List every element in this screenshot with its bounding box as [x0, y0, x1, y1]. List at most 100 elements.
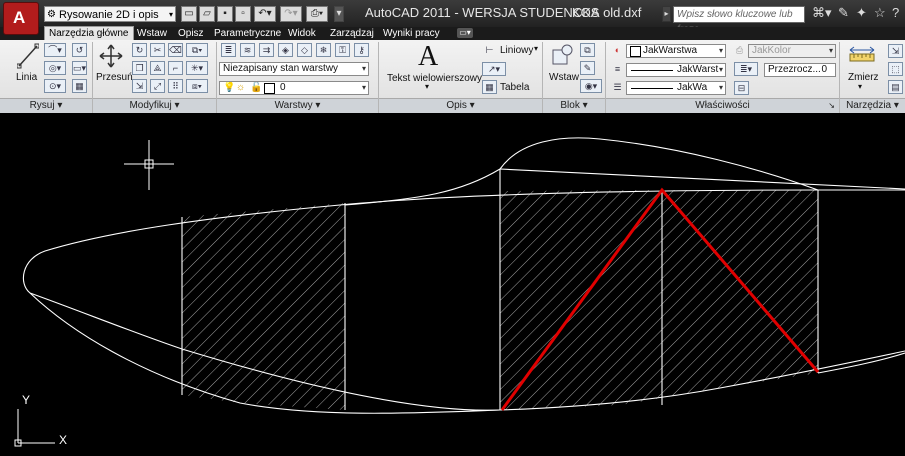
- tab-home[interactable]: Narzędzia główne: [44, 26, 134, 41]
- dialog-launcher-icon[interactable]: ↘: [828, 99, 835, 113]
- drawing-svg[interactable]: [0, 113, 905, 456]
- tab-parametric[interactable]: Parametryczne: [214, 27, 281, 40]
- search-expand-icon[interactable]: ▸: [662, 6, 671, 22]
- explode-icon[interactable]: ✳▾: [186, 61, 208, 75]
- tab-annotate[interactable]: Opisz: [178, 27, 204, 40]
- utilities-panel-label[interactable]: Narzędzia ▾: [840, 98, 905, 114]
- chevron-down-icon[interactable]: ▾: [534, 44, 538, 53]
- save-icon[interactable]: ▪: [217, 6, 233, 22]
- autocad-logo-icon: A: [13, 8, 26, 27]
- arc-icon[interactable]: ↺: [72, 43, 87, 57]
- table-label[interactable]: Tabela: [500, 82, 529, 93]
- workspace-dropdown[interactable]: ⚙ Rysowanie 2D i opis ▾: [44, 6, 176, 22]
- application-menu-button[interactable]: A: [3, 2, 39, 35]
- measure-label[interactable]: Zmierz: [848, 72, 879, 83]
- copy-object-icon[interactable]: ❐: [132, 61, 147, 75]
- layer-match-icon[interactable]: ⇉: [259, 43, 274, 57]
- chevron-down-icon[interactable]: ▾: [425, 82, 429, 91]
- lightbulb-icon: 💡: [223, 82, 236, 93]
- select-all-icon[interactable]: ⬚: [888, 62, 903, 76]
- scale-icon[interactable]: ⤢: [150, 79, 165, 93]
- qat-more-icon[interactable]: ▾: [334, 6, 344, 22]
- color-dropdown[interactable]: JakWarstwa ▾: [626, 44, 726, 58]
- layer-state-icon[interactable]: ≋: [240, 43, 255, 57]
- line-label[interactable]: Linia: [16, 72, 37, 83]
- ribbon-minimize-icon[interactable]: ▭▾: [457, 28, 473, 38]
- insert-block-icon[interactable]: [551, 44, 575, 68]
- linetype-dropdown[interactable]: JakWarst ▾: [626, 63, 726, 77]
- fillet-icon[interactable]: ⌐: [168, 61, 183, 75]
- save-as-icon[interactable]: ▫: [235, 6, 251, 22]
- layer-state-dropdown[interactable]: Niezapisany stan warstwy ▾: [219, 62, 369, 76]
- communication-center-icon[interactable]: ✦: [856, 5, 867, 21]
- draw-panel-label[interactable]: Rysuj ▾: [0, 98, 92, 114]
- linear-dimension-label[interactable]: Liniowy: [500, 45, 533, 56]
- array-icon[interactable]: ⠿: [168, 79, 183, 93]
- hatch-icon[interactable]: ▦: [72, 79, 87, 93]
- move-icon[interactable]: [99, 44, 123, 68]
- layers-panel-label[interactable]: Warstwy ▾: [217, 98, 378, 114]
- layer-isolate-icon[interactable]: ◈: [278, 43, 293, 57]
- create-block-icon[interactable]: ⧉: [580, 43, 595, 57]
- insert-label[interactable]: Wstaw: [549, 72, 579, 83]
- leader-icon[interactable]: ↗▾: [482, 62, 506, 76]
- table-icon[interactable]: ▦: [482, 80, 497, 94]
- tab-insert[interactable]: Wstaw: [137, 27, 167, 40]
- modify-panel-label[interactable]: Modyfikuj ▾: [93, 98, 216, 114]
- drawing-area[interactable]: Y X: [0, 113, 905, 456]
- tab-view[interactable]: Widok: [288, 27, 316, 40]
- polyline-icon[interactable]: ⌒▾: [44, 43, 66, 57]
- erase-icon[interactable]: ⌫: [168, 43, 183, 57]
- binoculars-icon[interactable]: ⌘▾: [812, 5, 832, 21]
- layer-properties-icon[interactable]: ≣: [221, 43, 236, 57]
- layer-dropdown[interactable]: 💡 ☼ 🔓 0 ▾: [219, 81, 369, 95]
- rectangle-icon[interactable]: ▭▾: [72, 61, 87, 75]
- properties-panel-label[interactable]: Właściwości ↘: [606, 98, 839, 114]
- annotation-panel-label[interactable]: Opis ▾: [379, 98, 542, 114]
- quick-select-icon[interactable]: ⇲: [888, 44, 903, 58]
- chevron-down-icon[interactable]: ▾: [858, 82, 862, 91]
- mirror-icon[interactable]: ⟁: [150, 61, 165, 75]
- redo-icon[interactable]: ↷▾: [280, 6, 302, 22]
- layer-freeze-icon[interactable]: ❄: [316, 43, 331, 57]
- tab-manage[interactable]: Zarządzaj: [330, 27, 374, 40]
- favorites-icon[interactable]: ☆: [874, 5, 886, 21]
- lineweight-icon[interactable]: ≡: [610, 63, 625, 77]
- lineweight-dropdown[interactable]: JakWa ▾: [626, 81, 726, 95]
- undo-icon[interactable]: ↶▾: [254, 6, 276, 22]
- subscription-icon[interactable]: ✎: [838, 5, 849, 21]
- layer-lock-icon[interactable]: ⚿: [335, 43, 350, 57]
- offset-icon[interactable]: ⧈▾: [186, 79, 208, 93]
- layer-off-icon[interactable]: ◇: [297, 43, 312, 57]
- help-icon[interactable]: ?: [892, 5, 899, 20]
- ribbon: Linia ⌒▾ ◎▾ ⊙▾ ↺ ▭▾ ▦ Rysuj ▾ Przesuń ↻ …: [0, 40, 905, 114]
- linetype-icon[interactable]: ☰: [610, 81, 625, 95]
- list-icon[interactable]: ≣▾: [734, 62, 758, 76]
- block-attribute-icon[interactable]: ◉▾: [580, 79, 602, 93]
- match-properties-icon[interactable]: ◐: [610, 44, 625, 58]
- transparency-field[interactable]: Przezrocz... 0: [764, 63, 836, 77]
- properties-list-icon[interactable]: ⊟: [734, 81, 749, 95]
- stretch-icon[interactable]: ⇲: [132, 79, 147, 93]
- edit-block-icon[interactable]: ✎: [580, 61, 595, 75]
- move-label[interactable]: Przesuń: [96, 72, 133, 83]
- ellipse-icon[interactable]: ⊙▾: [44, 79, 66, 93]
- block-panel-label[interactable]: Blok ▾: [543, 98, 605, 114]
- new-file-icon[interactable]: ▭: [181, 6, 197, 22]
- layer-unlock-icon[interactable]: ⚷: [354, 43, 369, 57]
- linear-dimension-icon[interactable]: ⊢: [482, 44, 497, 58]
- tab-output[interactable]: Wyniki pracy: [383, 27, 440, 40]
- copy-icon[interactable]: ⧉▾: [186, 43, 208, 57]
- circle-icon[interactable]: ◎▾: [44, 61, 66, 75]
- calculator-icon[interactable]: ▤: [888, 80, 903, 94]
- trim-icon[interactable]: ✂: [150, 43, 165, 57]
- multiline-text-label[interactable]: Tekst wielowierszowy: [387, 73, 482, 84]
- open-file-icon[interactable]: ▱: [199, 6, 215, 22]
- plot-icon[interactable]: ⎙▾: [306, 6, 328, 22]
- linetype-value: JakWarst: [677, 64, 719, 75]
- measure-icon[interactable]: [849, 46, 875, 66]
- rotate-icon[interactable]: ↻: [132, 43, 147, 57]
- search-input[interactable]: Wpisz słowo kluczowe lub frazę: [673, 6, 805, 35]
- line-icon[interactable]: [17, 43, 39, 69]
- multiline-text-icon[interactable]: A: [418, 41, 438, 73]
